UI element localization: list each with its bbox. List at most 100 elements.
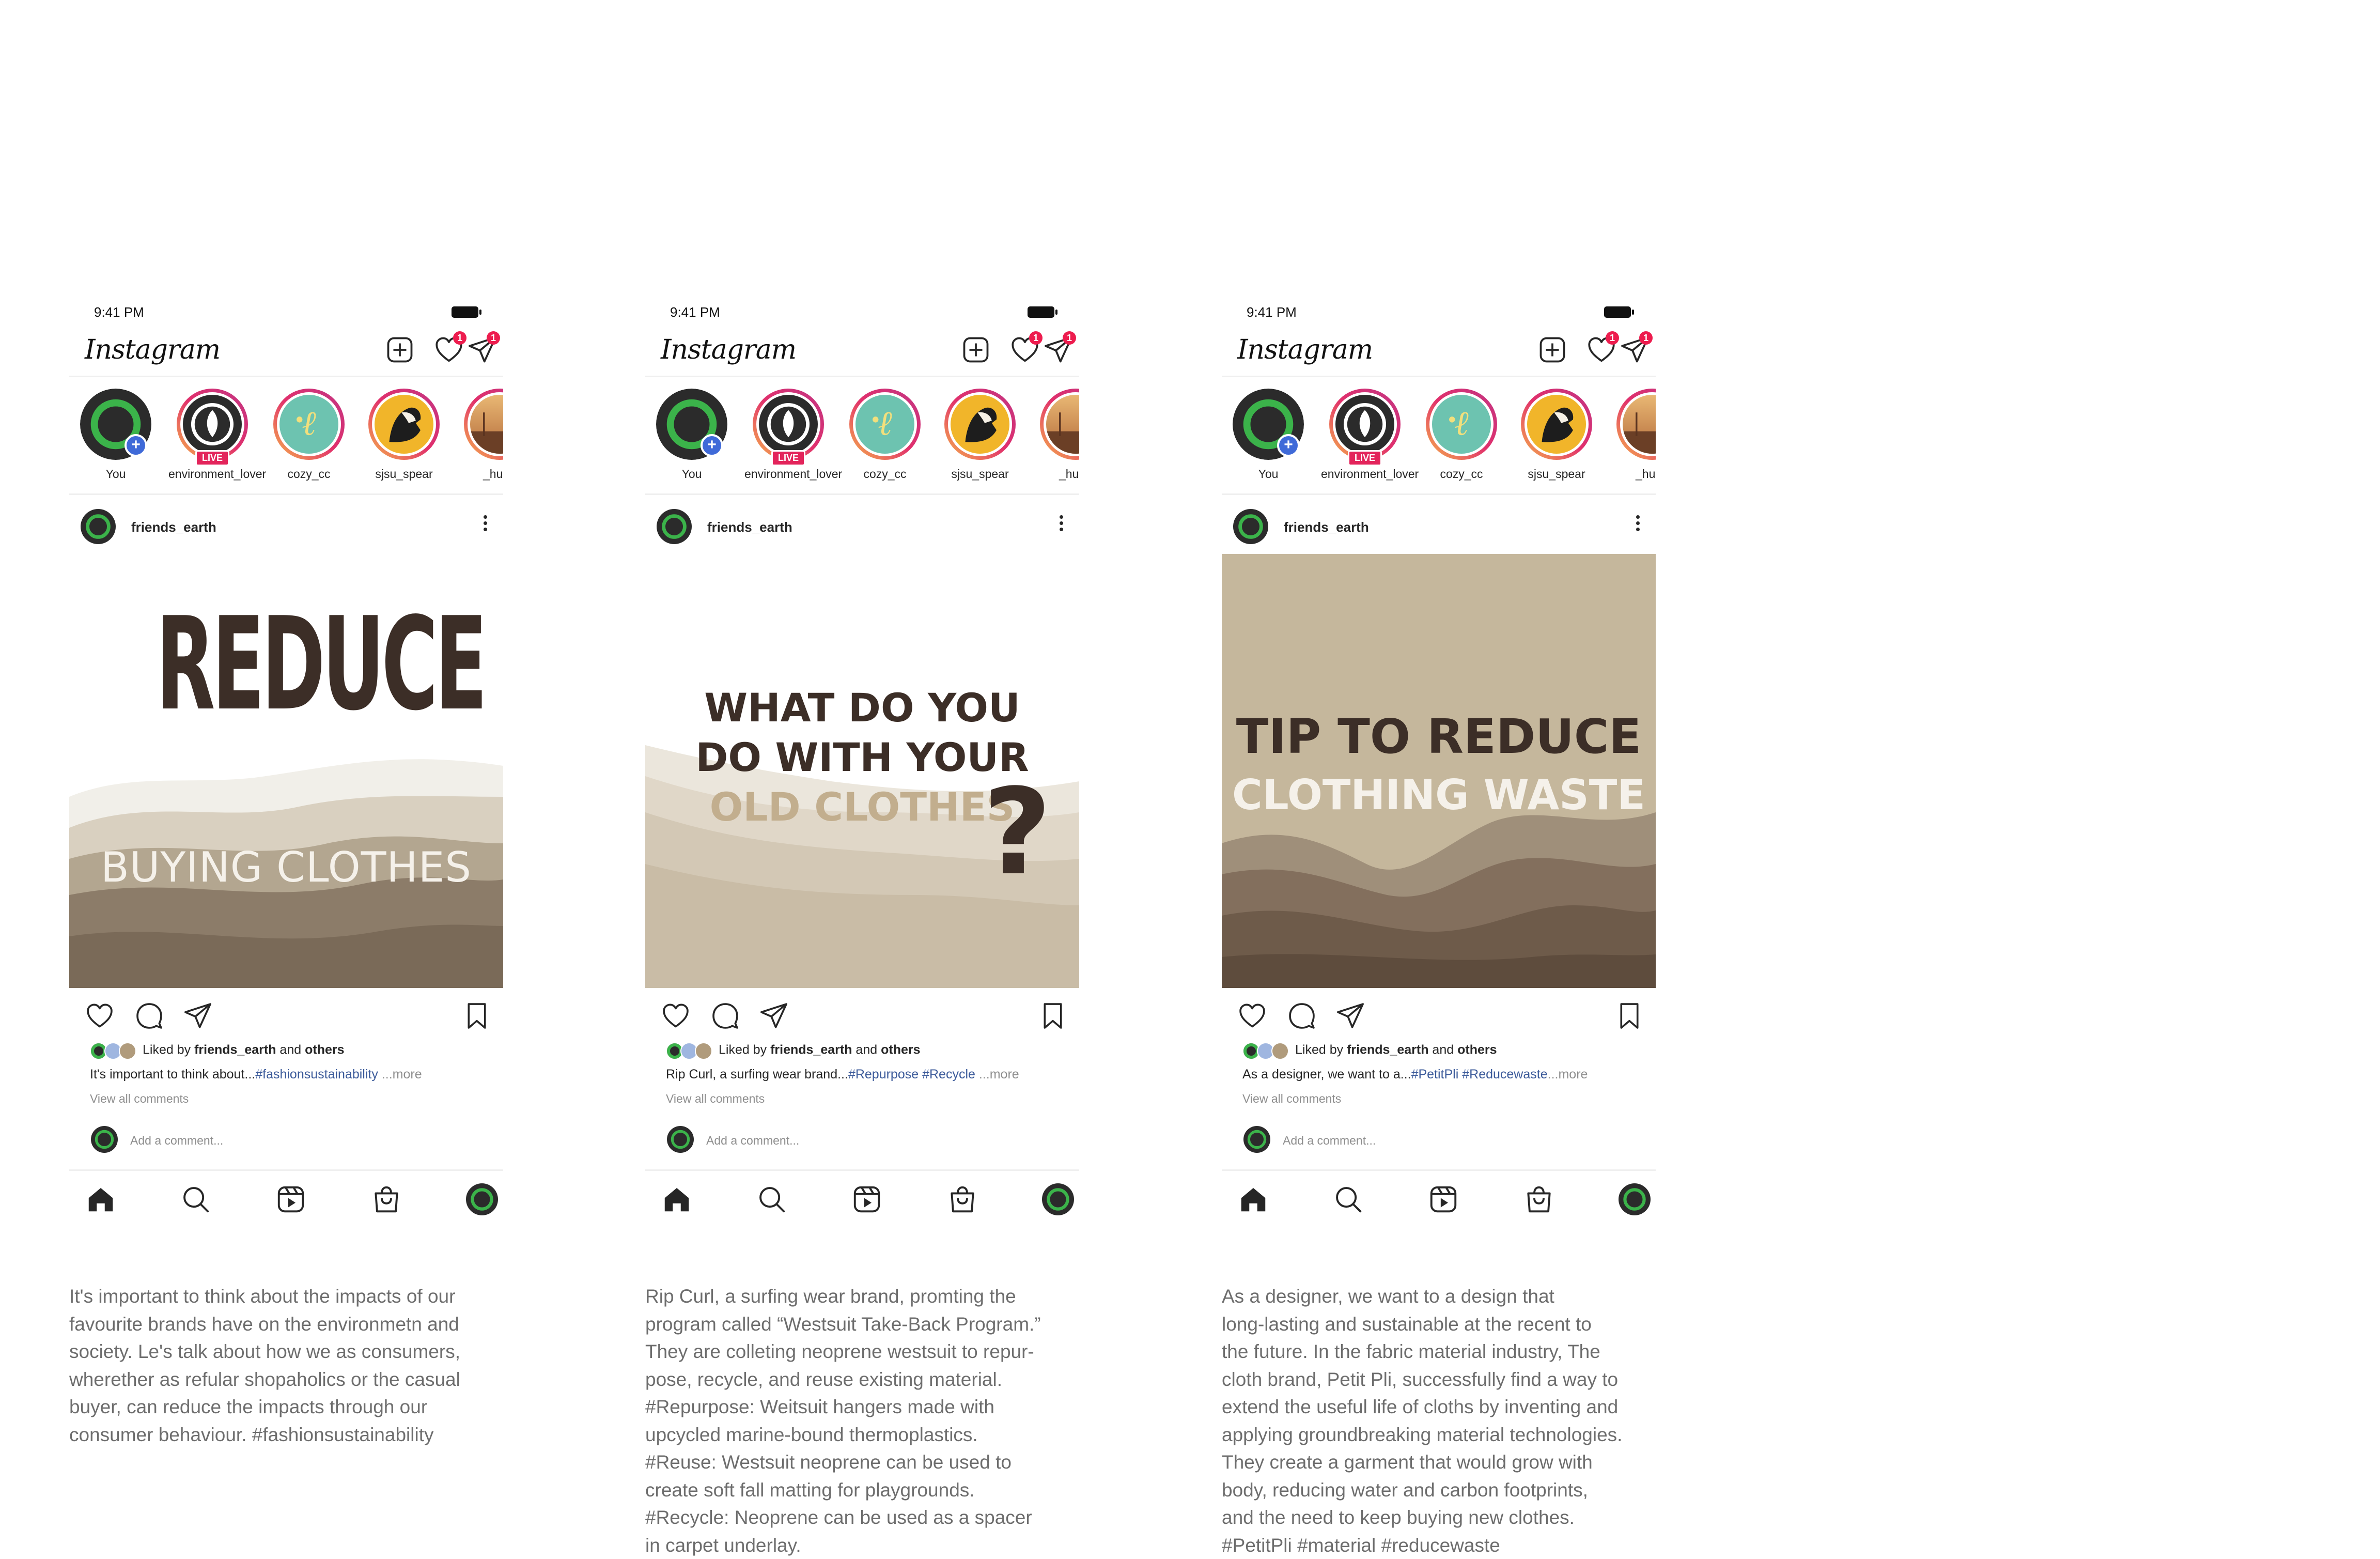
activity-heart-icon[interactable]: 1 bbox=[1009, 331, 1043, 365]
direct-message-icon[interactable]: 1 bbox=[1620, 331, 1653, 365]
liked-by-user[interactable]: friends_earth bbox=[194, 1043, 276, 1057]
caption-hashtags[interactable]: #PetitPli #Reducewaste bbox=[1411, 1067, 1548, 1082]
search-icon[interactable] bbox=[756, 1183, 788, 1215]
shop-icon[interactable] bbox=[370, 1183, 402, 1215]
view-all-comments-link[interactable]: View all comments bbox=[1242, 1092, 1341, 1106]
caption-more-link[interactable]: ...more bbox=[979, 1067, 1019, 1082]
add-story-icon[interactable]: + bbox=[1277, 434, 1300, 457]
like-icon[interactable] bbox=[85, 1001, 115, 1031]
reels-icon[interactable] bbox=[1427, 1183, 1459, 1215]
stories-tray: + You LIVE environment_lover ℓ cozy_cc s… bbox=[1222, 377, 1656, 495]
home-icon[interactable] bbox=[661, 1183, 693, 1215]
battery-icon bbox=[1028, 306, 1057, 318]
friends-earth-avatar-icon[interactable] bbox=[1233, 509, 1268, 544]
story-huon[interactable]: _huon bbox=[1032, 389, 1079, 481]
post-username[interactable]: friends_earth bbox=[131, 519, 216, 535]
reels-icon[interactable] bbox=[275, 1183, 307, 1215]
share-icon[interactable] bbox=[183, 1001, 213, 1031]
new-post-icon[interactable] bbox=[960, 334, 991, 365]
profile-icon[interactable] bbox=[1619, 1183, 1651, 1215]
view-all-comments-link[interactable]: View all comments bbox=[90, 1092, 189, 1106]
like-icon[interactable] bbox=[1237, 1001, 1267, 1031]
cozy-logo-icon: ℓ bbox=[873, 404, 892, 443]
story-sjsu-spear[interactable]: sjsu_spear bbox=[1513, 389, 1600, 481]
caption-more-link[interactable]: ...more bbox=[382, 1067, 422, 1082]
shop-icon[interactable] bbox=[1523, 1183, 1555, 1215]
profile-icon[interactable] bbox=[1042, 1183, 1074, 1215]
status-bar: 9:41 PM bbox=[69, 301, 503, 327]
add-comment-input[interactable]: Add a comment... bbox=[130, 1134, 223, 1148]
caption-hashtags[interactable]: #fashionsustainability bbox=[255, 1067, 378, 1082]
story-huon[interactable]: _huon bbox=[1608, 389, 1656, 481]
story-cozy-cc[interactable]: ℓ cozy_cc bbox=[841, 389, 929, 481]
liked-by-user[interactable]: friends_earth bbox=[770, 1043, 852, 1057]
like-icon[interactable] bbox=[661, 1001, 691, 1031]
app-header: Instagram 1 1 bbox=[645, 324, 1079, 377]
live-badge: LIVE bbox=[1347, 450, 1382, 466]
shop-icon[interactable] bbox=[946, 1183, 978, 1215]
add-comment-row[interactable]: Add a comment... bbox=[645, 1120, 1079, 1161]
story-name: _huon bbox=[483, 467, 503, 481]
instagram-logo: Instagram bbox=[85, 334, 221, 365]
bookmark-icon[interactable] bbox=[1038, 1001, 1068, 1031]
post-header: friends_earth bbox=[645, 495, 1079, 551]
story-sjsu-spear[interactable]: sjsu_spear bbox=[936, 389, 1024, 481]
search-icon[interactable] bbox=[1332, 1183, 1364, 1215]
view-all-comments-link[interactable]: View all comments bbox=[666, 1092, 765, 1106]
share-icon[interactable] bbox=[759, 1001, 789, 1031]
new-post-icon[interactable] bbox=[1537, 334, 1568, 365]
more-options-icon[interactable] bbox=[1059, 515, 1064, 536]
profile-icon[interactable] bbox=[466, 1183, 498, 1215]
liked-by-others[interactable]: others bbox=[881, 1043, 920, 1057]
comment-icon[interactable] bbox=[134, 1001, 164, 1031]
reels-icon[interactable] bbox=[851, 1183, 883, 1215]
activity-heart-icon[interactable]: 1 bbox=[1586, 331, 1619, 365]
bookmark-icon[interactable] bbox=[462, 1001, 492, 1031]
post-description: As a designer, we want to a design that … bbox=[1222, 1286, 1623, 1556]
post-image[interactable]: REDUCE BUYING CLOTHES bbox=[69, 554, 503, 988]
story-sjsu-spear[interactable]: sjsu_spear bbox=[360, 389, 448, 481]
friends-earth-avatar-icon[interactable] bbox=[657, 509, 692, 544]
story-environment-lover[interactable]: LIVE environment_lover bbox=[168, 389, 266, 481]
caption-more-link[interactable]: ...more bbox=[1548, 1067, 1588, 1082]
story-environment-lover[interactable]: LIVE environment_lover bbox=[744, 389, 842, 481]
story-environment-lover[interactable]: LIVE environment_lover bbox=[1321, 389, 1419, 481]
story-you[interactable]: + You bbox=[1224, 389, 1312, 481]
comment-icon[interactable] bbox=[710, 1001, 740, 1031]
post-username[interactable]: friends_earth bbox=[1284, 519, 1369, 535]
add-comment-row[interactable]: Add a comment... bbox=[1222, 1120, 1656, 1161]
direct-message-icon[interactable]: 1 bbox=[1043, 331, 1076, 365]
more-options-icon[interactable] bbox=[483, 515, 488, 536]
direct-message-icon[interactable]: 1 bbox=[467, 331, 500, 365]
home-icon[interactable] bbox=[85, 1183, 117, 1215]
comment-icon[interactable] bbox=[1287, 1001, 1317, 1031]
friends-earth-avatar-icon[interactable] bbox=[81, 509, 116, 544]
story-you[interactable]: + You bbox=[72, 389, 160, 481]
story-cozy-cc[interactable]: ℓ cozy_cc bbox=[1418, 389, 1505, 481]
add-comment-row[interactable]: Add a comment... bbox=[69, 1120, 503, 1161]
add-story-icon[interactable]: + bbox=[701, 434, 723, 457]
add-comment-input[interactable]: Add a comment... bbox=[706, 1134, 799, 1148]
liked-by-user[interactable]: friends_earth bbox=[1347, 1043, 1428, 1057]
activity-heart-icon[interactable]: 1 bbox=[433, 331, 466, 365]
add-story-icon[interactable]: + bbox=[125, 434, 147, 457]
bookmark-icon[interactable] bbox=[1614, 1001, 1644, 1031]
home-icon[interactable] bbox=[1237, 1183, 1269, 1215]
post-image[interactable]: WHAT DO YOU DO WITH YOUR OLD CLOTHES ? bbox=[645, 554, 1079, 988]
add-comment-input[interactable]: Add a comment... bbox=[1283, 1134, 1376, 1148]
story-you[interactable]: + You bbox=[648, 389, 736, 481]
post-username[interactable]: friends_earth bbox=[707, 519, 792, 535]
search-icon[interactable] bbox=[180, 1183, 212, 1215]
story-cozy-cc[interactable]: ℓ cozy_cc bbox=[265, 389, 353, 481]
liked-by-others[interactable]: others bbox=[1457, 1043, 1497, 1057]
caption-hashtags[interactable]: #Repurpose #Recycle bbox=[848, 1067, 975, 1082]
post-image[interactable]: TIP TO REDUCE CLOTHING WASTE bbox=[1222, 554, 1656, 988]
new-post-icon[interactable] bbox=[384, 334, 415, 365]
leaf-avatar-icon bbox=[191, 403, 234, 446]
share-icon[interactable] bbox=[1335, 1001, 1365, 1031]
more-options-icon[interactable] bbox=[1635, 515, 1640, 536]
story-name: cozy_cc bbox=[863, 467, 907, 481]
liked-by-others[interactable]: others bbox=[305, 1043, 344, 1057]
story-huon[interactable]: _huon bbox=[456, 389, 503, 481]
live-badge: LIVE bbox=[195, 450, 230, 466]
